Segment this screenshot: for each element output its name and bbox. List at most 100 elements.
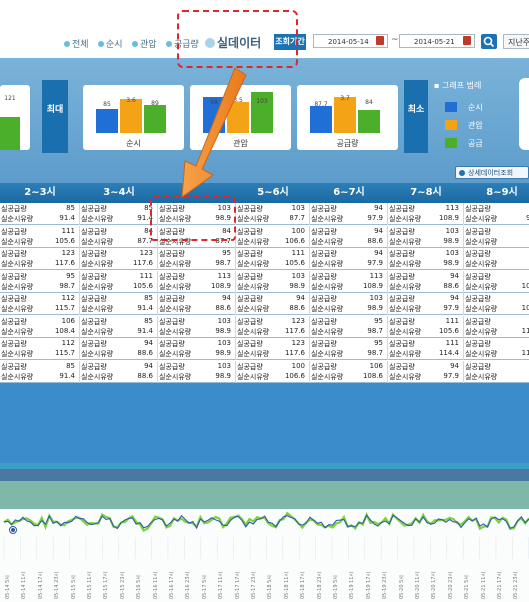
supply-label: 실공급량 xyxy=(237,272,263,281)
usage-label: 실순시유량 xyxy=(1,372,34,381)
table-cell: 실공급량 실순시유량 85 91.4 xyxy=(80,293,158,315)
usage-label: 실순시유량 xyxy=(311,215,344,223)
x-tick-label: 05-18 17시 xyxy=(300,571,307,599)
blank-area xyxy=(0,383,529,463)
usage-value: 87.7 xyxy=(289,214,305,222)
supply-label: 실공급량 xyxy=(1,317,27,326)
usage-value: 97.9 xyxy=(443,371,459,380)
usage-value: 108.6 xyxy=(362,371,383,380)
usage-value: 1 xyxy=(505,237,529,245)
x-tick-label: 05-15 17시 xyxy=(103,571,110,599)
data-table-body: 실공급량 실순시유량 85 91.4 실공급량 실순시유량 85 91.4 실공급량 실순시유량 1… xyxy=(0,203,529,383)
bar-value: 103 xyxy=(256,98,268,105)
bar-pressure xyxy=(334,97,356,133)
table-cell: 실공급량 실순시유량 106 108.6 xyxy=(310,360,388,383)
usage-value: 108.9 xyxy=(438,214,459,222)
usage-label: 실순시유량 xyxy=(311,372,344,381)
x-tick-label: 05-17 23시 xyxy=(251,571,257,599)
supply-value: 95 xyxy=(374,339,383,347)
max-nav-button[interactable]: 최대 xyxy=(42,80,68,153)
supply-value: 94 xyxy=(144,339,153,347)
usage-label: 실순시유량 xyxy=(81,372,114,381)
usage-label: 실순시유량 xyxy=(1,327,34,336)
table-cell: 실공급량 실순시유량 95 98.7 xyxy=(0,270,80,293)
graph-legend: ▪ 그래프 범례 순시 관압 공급 xyxy=(434,78,529,163)
radio-all[interactable]: 전체 xyxy=(64,37,89,50)
detail-data-button[interactable]: 상세데이터조회 xyxy=(455,166,529,179)
usage-label: 실순시유량 xyxy=(389,282,422,291)
usage-label: 실순시유량 xyxy=(389,260,422,268)
supply-label: 실공급량 xyxy=(237,317,263,326)
supply-value: 85 xyxy=(144,294,153,302)
table-cell: 실공급량 실순시유량 113 108.9 xyxy=(158,270,236,293)
usage-label: 실순시유량 xyxy=(81,260,114,268)
table-cell: 실공급량 실순시유량 103 98.9 xyxy=(158,315,236,338)
col-header: 7~8시 xyxy=(410,187,442,198)
supply-label: 실공급량 xyxy=(81,362,107,371)
x-tick-label: 05-16 17시 xyxy=(169,571,175,599)
table-row: 실공급량 실순시유량 106 108.4 실공급량 실순시유량 85 91.4 실공급량 실순시유… xyxy=(0,315,529,338)
usage-value: 98.9 xyxy=(215,371,231,380)
usage-value: 108.9 xyxy=(210,281,231,290)
calendar-icon[interactable] xyxy=(376,36,384,45)
supply-label: 실공급량 xyxy=(311,295,337,303)
usage-label: 실순시유량 xyxy=(1,282,34,291)
summary-card-supply: 87.7 3.7 84 공급량 xyxy=(297,85,398,150)
usage-value: 88.6 xyxy=(137,349,153,357)
supply-value: 100 xyxy=(291,361,305,370)
usage-label: 실순시유량 xyxy=(389,237,422,246)
supply-label: 실공급량 xyxy=(159,362,185,371)
usage-value: 88.6 xyxy=(215,304,231,312)
supply-value: 84 xyxy=(144,226,153,235)
supply-label: 실공급량 xyxy=(465,295,491,303)
col-header: 3~4시 xyxy=(103,187,135,198)
x-tick-label: 05-14 23시 xyxy=(54,571,61,599)
usage-value: 1 xyxy=(505,259,529,267)
usage-value: 105.6 xyxy=(132,281,153,290)
usage-label: 실순시유량 xyxy=(465,260,498,268)
table-cell: 실공급량 실순시유량 103 87.7 xyxy=(236,203,310,225)
bar-value: 89 xyxy=(151,100,159,107)
supply-value: 112 xyxy=(61,339,75,347)
supply-label: 실공급량 xyxy=(81,317,107,326)
usage-value: 87.7 xyxy=(137,236,153,245)
radio-instant-label: 순시 xyxy=(106,40,123,50)
radio-instant[interactable]: 순시 xyxy=(98,37,123,50)
supply-value: 113 xyxy=(445,204,459,212)
supply-label: 실공급량 xyxy=(1,205,27,213)
usage-label: 실순시유량 xyxy=(1,305,34,313)
search-button[interactable] xyxy=(481,34,497,49)
supply-label: 실공급량 xyxy=(81,250,107,258)
usage-value: 117.6 xyxy=(284,349,305,357)
supply-value: 94 xyxy=(374,204,383,212)
x-tick-label: 05-21 5시 xyxy=(464,575,471,599)
bar-value: 3.6 xyxy=(126,97,136,104)
radio-pressure[interactable]: 관압 xyxy=(132,37,157,50)
bar-instant xyxy=(310,106,332,133)
usage-value: 96 xyxy=(526,214,529,222)
callout-arrow-icon xyxy=(181,67,247,199)
usage-label: 실순시유량 xyxy=(81,327,114,336)
supply-value: 106 xyxy=(369,361,383,370)
supply-label: 실공급량 xyxy=(159,340,185,348)
legend-title: ▪ 그래프 범례 xyxy=(434,81,482,90)
prev-week-button[interactable]: 지난주 xyxy=(503,34,529,49)
usage-value: 88.6 xyxy=(289,304,305,312)
supply-label: 실공급량 xyxy=(311,272,337,281)
legend-item-label: 관압 xyxy=(468,121,483,130)
table-cell: 실공급량 실순시유량 95 98.7 xyxy=(310,338,388,360)
x-tick-label: 05-18 23시 xyxy=(316,571,323,599)
usage-label: 실순시유량 xyxy=(1,237,34,246)
calendar-icon[interactable] xyxy=(463,36,471,45)
table-row: 실공급량 실순시유량 112 115.7 실공급량 실순시유량 94 88.6 실공급량 실순시유… xyxy=(0,338,529,360)
supply-value: 111 xyxy=(445,339,459,347)
x-tick-label: 05-14 17시 xyxy=(37,571,44,599)
usage-label: 실순시유량 xyxy=(81,215,114,223)
bar-pressure xyxy=(120,99,142,133)
min-nav-button[interactable]: 최소 xyxy=(404,80,428,153)
table-cell: 실공급량 실순시유량 85 91.4 xyxy=(80,203,158,225)
supply-label: 실공급량 xyxy=(81,205,107,213)
usage-label: 실순시유량 xyxy=(389,350,422,358)
table-cell: 실공급량실순시유량 108 xyxy=(464,293,529,315)
supply-label: 실공급량 xyxy=(1,250,27,258)
